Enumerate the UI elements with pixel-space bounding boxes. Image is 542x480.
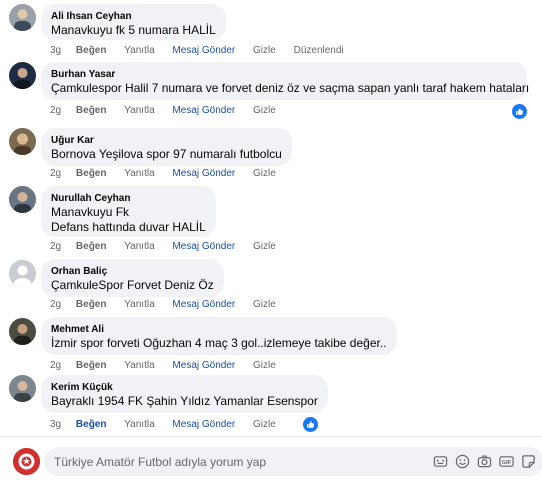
comment-input[interactable] [54, 447, 424, 476]
comment-actions: 2g Beğen Yanıtla Mesaj Gönder Gizle [50, 240, 291, 254]
comment-author[interactable]: Uğur Kar [51, 134, 282, 147]
like-button[interactable]: Beğen [76, 298, 107, 312]
svg-text:GIF: GIF [501, 459, 511, 465]
like-button[interactable]: Beğen [76, 104, 107, 118]
comment-composer: GIF [44, 447, 542, 476]
reply-button[interactable]: Yanıtla [124, 298, 154, 312]
send-message-button[interactable]: Mesaj Gönder [172, 418, 235, 432]
page-avatar[interactable] [13, 448, 40, 475]
send-message-button[interactable]: Mesaj Gönder [172, 44, 235, 58]
camera-icon[interactable] [476, 453, 492, 469]
emoji-icon[interactable] [432, 453, 448, 469]
hide-button[interactable]: Gizle [253, 44, 276, 58]
comment-actions: 2g Beğen Yanıtla Mesaj Gönder Gizle [50, 359, 291, 373]
comment-actions: 3g Beğen Yanıtla Mesaj Gönder Gizle [50, 418, 291, 432]
hide-button[interactable]: Gizle [253, 167, 276, 181]
hide-button[interactable]: Gizle [253, 418, 276, 432]
gif-icon[interactable]: GIF [498, 453, 514, 469]
timestamp[interactable]: 3g [50, 418, 61, 432]
comment-author[interactable]: Burhan Yasar [51, 68, 517, 81]
reply-button[interactable]: Yanıtla [124, 104, 154, 118]
comment-actions: 3g Beğen Yanıtla Mesaj Gönder Gizle Düze… [50, 44, 359, 58]
send-message-button[interactable]: Mesaj Gönder [172, 359, 235, 373]
avatar[interactable] [9, 4, 36, 31]
comment-bubble: Mehmet Ali İzmir spor forveti Oğuzhan 4 … [41, 317, 397, 355]
comment-text: Manavkuyu fk 5 numara HALİL [51, 23, 216, 37]
hide-button[interactable]: Gizle [253, 298, 276, 312]
comment-text-line: Manavkuyu Fk [51, 205, 130, 219]
reply-button[interactable]: Yanıtla [124, 167, 154, 181]
comment-bubble: Nurullah Ceyhan Manavkuyu Fk Defans hatt… [41, 186, 216, 237]
avatar[interactable] [9, 128, 36, 155]
timestamp[interactable]: 2g [50, 240, 61, 254]
send-message-button[interactable]: Mesaj Gönder [172, 104, 235, 118]
comment-author[interactable]: Nurullah Ceyhan [51, 192, 206, 205]
timestamp[interactable]: 2g [50, 298, 61, 312]
reply-button[interactable]: Yanıtla [124, 240, 154, 254]
comment-author[interactable]: Orhan Baliç [51, 265, 214, 278]
reply-button[interactable]: Yanıtla [124, 359, 154, 373]
timestamp[interactable]: 2g [50, 104, 61, 118]
comment-text: Bayraklı 1954 FK Şahin Yıldız Yamanlar E… [51, 394, 318, 408]
avatar[interactable] [9, 318, 36, 345]
timestamp[interactable]: 2g [50, 359, 61, 373]
comment-bubble: Burhan Yasar Çamkulespor Halil 7 numara … [41, 62, 530, 100]
comment-text-line: Defans hattında duvar HALİL [51, 220, 206, 234]
comment-bubble: Uğur Kar Bornova Yeşilova spor 97 numara… [41, 128, 292, 166]
reply-button[interactable]: Yanıtla [124, 418, 154, 432]
hide-button[interactable]: Gizle [253, 359, 276, 373]
edited-label[interactable]: Düzenlendi [294, 44, 344, 58]
comment-text: ÇamkuleSpor Forvet Deniz Öz [51, 278, 214, 292]
like-button[interactable]: Beğen [76, 418, 107, 432]
avatar[interactable] [9, 62, 36, 89]
like-reaction-icon[interactable] [303, 417, 318, 432]
comment-author[interactable]: Mehmet Ali [51, 323, 387, 336]
comment-bubble: Kerim Küçük Bayraklı 1954 FK Şahin Yıldı… [41, 375, 328, 413]
avatar[interactable] [9, 375, 36, 402]
send-message-button[interactable]: Mesaj Gönder [172, 167, 235, 181]
timestamp[interactable]: 3g [50, 44, 61, 58]
like-button[interactable]: Beğen [76, 167, 107, 181]
comment-actions: 2g Beğen Yanıtla Mesaj Gönder Gizle [50, 298, 291, 312]
reply-button[interactable]: Yanıtla [124, 44, 154, 58]
like-button[interactable]: Beğen [76, 359, 107, 373]
like-button[interactable]: Beğen [76, 44, 107, 58]
composer-icons: GIF [432, 453, 536, 470]
comment-text: İzmir spor forveti Oğuzhan 4 maç 3 gol..… [51, 336, 387, 350]
comment-bubble: Orhan Baliç ÇamkuleSpor Forvet Deniz Öz [41, 259, 224, 297]
send-message-button[interactable]: Mesaj Gönder [172, 298, 235, 312]
send-message-button[interactable]: Mesaj Gönder [172, 240, 235, 254]
avatar[interactable] [9, 186, 36, 213]
comment-author[interactable]: Ali Ihsan Ceyhan [51, 10, 216, 23]
hide-button[interactable]: Gizle [253, 104, 276, 118]
hide-button[interactable]: Gizle [253, 240, 276, 254]
avatar[interactable] [9, 260, 36, 287]
comment-text: Bornova Yeşilova spor 97 numaralı futbol… [51, 147, 282, 161]
divider [0, 436, 542, 437]
smiley-icon[interactable] [454, 453, 470, 469]
comment-author[interactable]: Kerim Küçük [51, 381, 318, 394]
timestamp[interactable]: 2g [50, 167, 61, 181]
comment-text: Çamkulespor Halil 7 numara ve forvet den… [51, 81, 530, 95]
comment-bubble: Ali Ihsan Ceyhan Manavkuyu fk 5 numara H… [41, 4, 226, 40]
comment-actions: 2g Beğen Yanıtla Mesaj Gönder Gizle [50, 167, 291, 181]
like-reaction-icon[interactable] [512, 104, 527, 119]
comment-actions: 2g Beğen Yanıtla Mesaj Gönder Gizle [50, 104, 291, 118]
sticker-icon[interactable] [520, 453, 536, 469]
like-button[interactable]: Beğen [76, 240, 107, 254]
